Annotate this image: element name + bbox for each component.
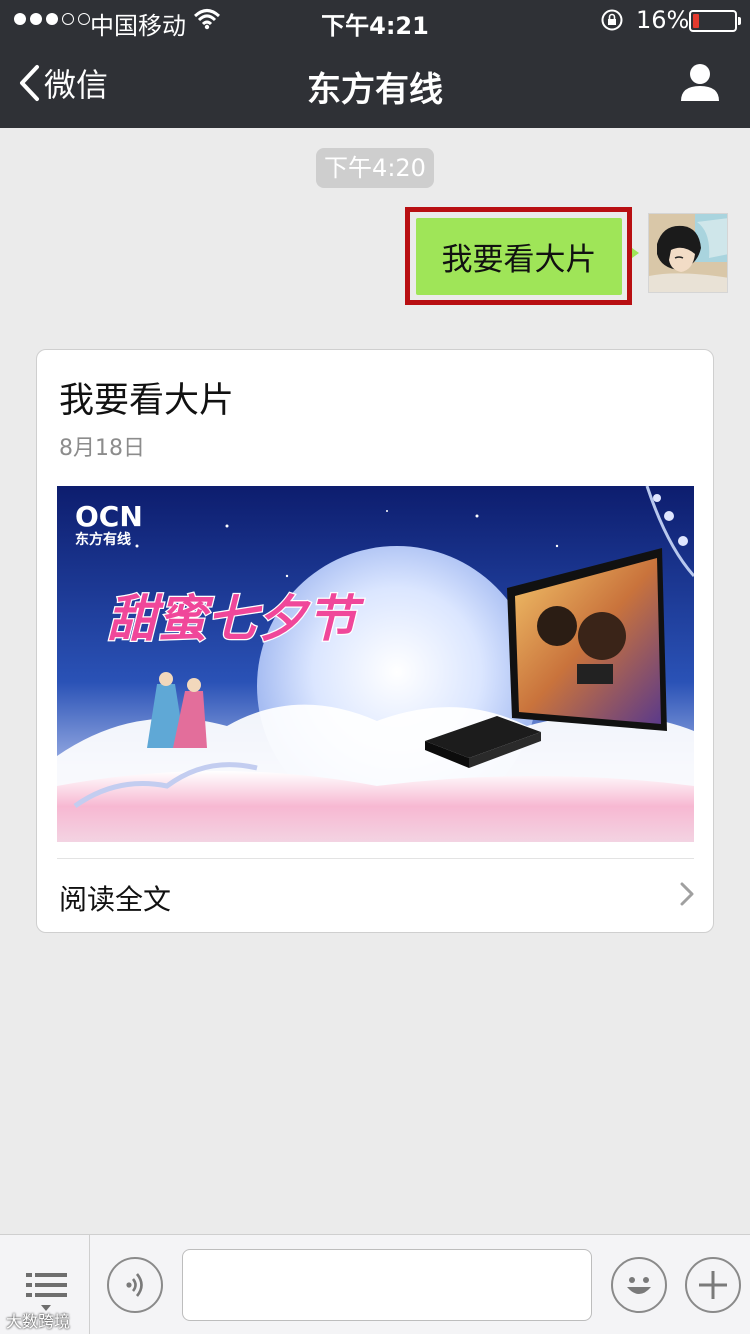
message-input[interactable] bbox=[182, 1249, 592, 1321]
emoji-button[interactable] bbox=[611, 1257, 667, 1313]
plus-icon bbox=[699, 1271, 727, 1299]
article-card[interactable]: 我要看大片 8月18日 OCN 东方有线 甜蜜七夕节 阅读全文 bbox=[36, 349, 714, 933]
top-bar: 中国移动 下午4:21 16% 微信 东方有线 bbox=[0, 0, 750, 128]
voice-icon bbox=[126, 1273, 143, 1297]
watermark: 大数跨境 bbox=[6, 1312, 71, 1331]
nav-bar: 微信 东方有线 bbox=[0, 40, 750, 128]
article-banner-image[interactable]: OCN 东方有线 甜蜜七夕节 bbox=[57, 486, 694, 842]
chevron-right-icon bbox=[680, 882, 694, 906]
highlighted-message: 我要看大片 bbox=[405, 207, 632, 305]
battery-percent: 16% bbox=[636, 6, 690, 34]
read-more-label: 阅读全文 bbox=[59, 883, 172, 916]
bubble-tail bbox=[632, 248, 639, 258]
banner-logo-subtitle: 东方有线 bbox=[75, 531, 131, 548]
article-title: 我要看大片 bbox=[59, 381, 235, 421]
profile-button[interactable] bbox=[680, 62, 720, 106]
person-icon bbox=[681, 64, 719, 101]
smiley-icon bbox=[627, 1277, 651, 1294]
status-bar: 中国移动 下午4:21 16% bbox=[0, 0, 750, 40]
battery-icon bbox=[689, 10, 741, 32]
banner-logo: OCN bbox=[75, 500, 143, 533]
voice-button[interactable] bbox=[107, 1257, 163, 1313]
avatar[interactable] bbox=[648, 213, 728, 293]
card-divider bbox=[57, 858, 694, 859]
input-bar bbox=[0, 1234, 750, 1334]
article-date: 8月18日 bbox=[59, 436, 145, 461]
page-title: 东方有线 bbox=[307, 70, 443, 110]
read-more-link[interactable]: 阅读全文 bbox=[57, 860, 694, 932]
outgoing-message-bubble[interactable]: 我要看大片 bbox=[416, 218, 622, 295]
chat-timestamp: 下午4:20 bbox=[316, 148, 434, 188]
banner-headline: 甜蜜七夕节 bbox=[107, 590, 365, 648]
rotation-lock-icon bbox=[600, 8, 624, 36]
more-options-button[interactable] bbox=[685, 1257, 741, 1313]
